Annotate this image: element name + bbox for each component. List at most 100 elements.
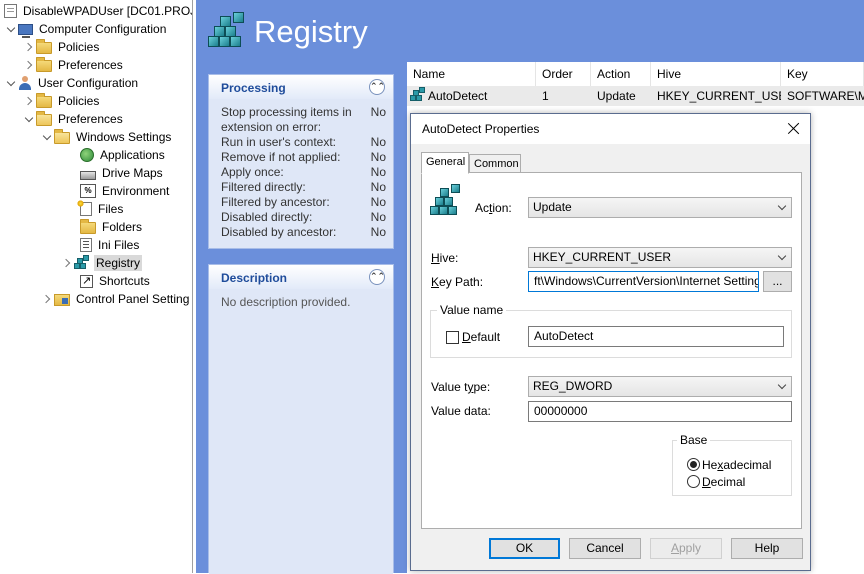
tree-computer-configuration[interactable]: Computer Configuration — [6, 20, 168, 38]
registry-icon — [429, 184, 465, 220]
processing-row: Disabled directly: No — [221, 210, 386, 224]
folder-icon — [36, 93, 52, 108]
chevron-down-icon — [777, 251, 787, 261]
applications-globe-icon — [80, 148, 94, 162]
value-name-input[interactable]: AutoDetect — [528, 326, 784, 347]
tree-shortcuts[interactable]: Shortcuts — [80, 272, 152, 290]
expand-chevron-icon[interactable] — [24, 41, 36, 53]
dialog-titlebar[interactable]: AutoDetect Properties — [411, 114, 810, 144]
tree-files[interactable]: Files — [77, 200, 125, 218]
hexadecimal-radio[interactable] — [687, 458, 700, 471]
value-type-label: Value type: — [431, 380, 491, 394]
value-type-select-value: REG_DWORD — [533, 379, 613, 393]
tree-uc-policies[interactable]: Policies — [24, 92, 101, 110]
description-title: Description — [221, 271, 288, 285]
processing-row: Filtered directly: No — [221, 180, 386, 194]
console-tree[interactable]: DisableWPADUser [DC01.PROJE Computer Con… — [0, 0, 193, 573]
processing-row: Disabled by ancestor: No — [221, 225, 386, 239]
tree-label: Drive Maps — [102, 166, 163, 180]
tree-registry[interactable]: Registry — [62, 254, 143, 272]
cancel-button[interactable]: Cancel — [569, 538, 641, 559]
ok-button[interactable]: OK — [489, 538, 560, 559]
expand-chevron-icon[interactable] — [42, 131, 54, 143]
decimal-radio[interactable] — [687, 475, 700, 488]
tree-ini-files[interactable]: Ini Files — [80, 236, 141, 254]
value-name-group-label: Value name — [437, 303, 507, 317]
tree-label: Files — [98, 202, 124, 216]
tree-environment[interactable]: % Environment — [80, 182, 171, 200]
browse-button[interactable]: ... — [763, 271, 792, 292]
tree-cc-preferences[interactable]: Preferences — [24, 56, 125, 74]
tree-applications[interactable]: Applications — [80, 146, 167, 164]
row-order: 1 — [536, 86, 591, 106]
decimal-label: Decimal — [702, 475, 746, 489]
column-header-order[interactable]: Order — [536, 62, 591, 86]
expand-chevron-icon[interactable] — [24, 59, 36, 71]
column-header-action[interactable]: Action — [591, 62, 651, 86]
hive-select[interactable]: HKEY_CURRENT_USER — [528, 247, 792, 268]
files-icon — [77, 200, 92, 216]
tree-windows-settings[interactable]: Windows Settings — [42, 128, 173, 146]
expand-chevron-icon[interactable] — [24, 95, 36, 107]
close-icon[interactable] — [784, 119, 804, 139]
action-label: Action: — [475, 201, 512, 215]
tree-label: Ini Files — [98, 238, 140, 252]
collapse-chevron-icon[interactable]: ⌃⌃ — [369, 269, 385, 285]
value-type-select[interactable]: REG_DWORD — [528, 376, 792, 397]
description-text: No description provided. — [209, 289, 393, 574]
tree-folders[interactable]: Folders — [80, 218, 144, 236]
tree-label: Control Panel Setting — [76, 292, 190, 306]
base-group-label: Base — [677, 433, 711, 447]
collapse-chevron-icon[interactable]: ⌃⌃ — [369, 79, 385, 95]
key-path-label: Key Path: — [431, 275, 484, 289]
tree-root[interactable]: DisableWPADUser [DC01.PROJE — [4, 2, 193, 20]
help-button[interactable]: Help — [731, 538, 803, 559]
processing-header[interactable]: Processing ⌃⌃ — [209, 75, 393, 99]
action-select[interactable]: Update — [528, 197, 792, 218]
tab-general[interactable]: General — [421, 152, 469, 174]
environment-icon: % — [80, 184, 96, 198]
folder-open-icon — [36, 111, 52, 126]
expand-chevron-icon[interactable] — [6, 77, 18, 89]
properties-dialog: AutoDetect Properties General Common Act… — [410, 113, 811, 571]
folder-icon — [36, 39, 52, 54]
policy-document-icon — [4, 4, 17, 18]
key-path-input[interactable]: ft\Windows\CurrentVersion\Internet Setti… — [528, 271, 759, 292]
column-header-hive[interactable]: Hive — [651, 62, 781, 86]
tree-cc-policies[interactable]: Policies — [24, 38, 101, 56]
drive-icon — [80, 170, 96, 180]
default-checkbox[interactable] — [446, 331, 459, 344]
shortcut-icon — [80, 274, 93, 288]
row-action: Update — [591, 86, 651, 106]
processing-row: Stop processing items in extension on er… — [221, 105, 386, 134]
tree-label: Registry — [94, 255, 143, 271]
expand-chevron-icon[interactable] — [24, 113, 36, 125]
tree-label: Shortcuts — [99, 274, 150, 288]
column-header-key[interactable]: Key — [781, 62, 864, 86]
chevron-down-icon — [777, 201, 787, 211]
tree-uc-preferences[interactable]: Preferences — [24, 110, 125, 128]
tree-label: Windows Settings — [76, 130, 172, 144]
default-label: Default — [462, 330, 501, 344]
apply-button[interactable]: Apply — [650, 538, 722, 559]
value-data-input[interactable]: 00000000 — [528, 401, 792, 422]
description-header[interactable]: Description ⌃⌃ — [209, 265, 393, 289]
expand-chevron-icon[interactable] — [42, 293, 54, 305]
folder-icon — [36, 57, 52, 72]
processing-row: Apply once: No — [221, 165, 386, 179]
tree-user-configuration[interactable]: User Configuration — [6, 74, 140, 92]
expand-chevron-icon[interactable] — [62, 257, 74, 269]
ini-file-icon — [80, 238, 92, 252]
tree-control-panel-settings[interactable]: Control Panel Setting — [42, 290, 191, 308]
processing-body: Stop processing items in extension on er… — [209, 99, 393, 248]
dialog-title: AutoDetect Properties — [422, 122, 540, 136]
expand-chevron-icon[interactable] — [6, 23, 18, 35]
tree-drive-maps[interactable]: Drive Maps — [80, 164, 165, 182]
registry-icon — [206, 12, 246, 52]
registry-item-icon — [410, 87, 426, 103]
registry-icon — [74, 255, 90, 271]
column-header-name[interactable]: Name — [407, 62, 536, 86]
description-panel: Description ⌃⌃ No description provided. — [208, 264, 394, 574]
tree-label: Environment — [102, 184, 170, 198]
tree-root-label: DisableWPADUser [DC01.PROJE — [23, 4, 193, 18]
